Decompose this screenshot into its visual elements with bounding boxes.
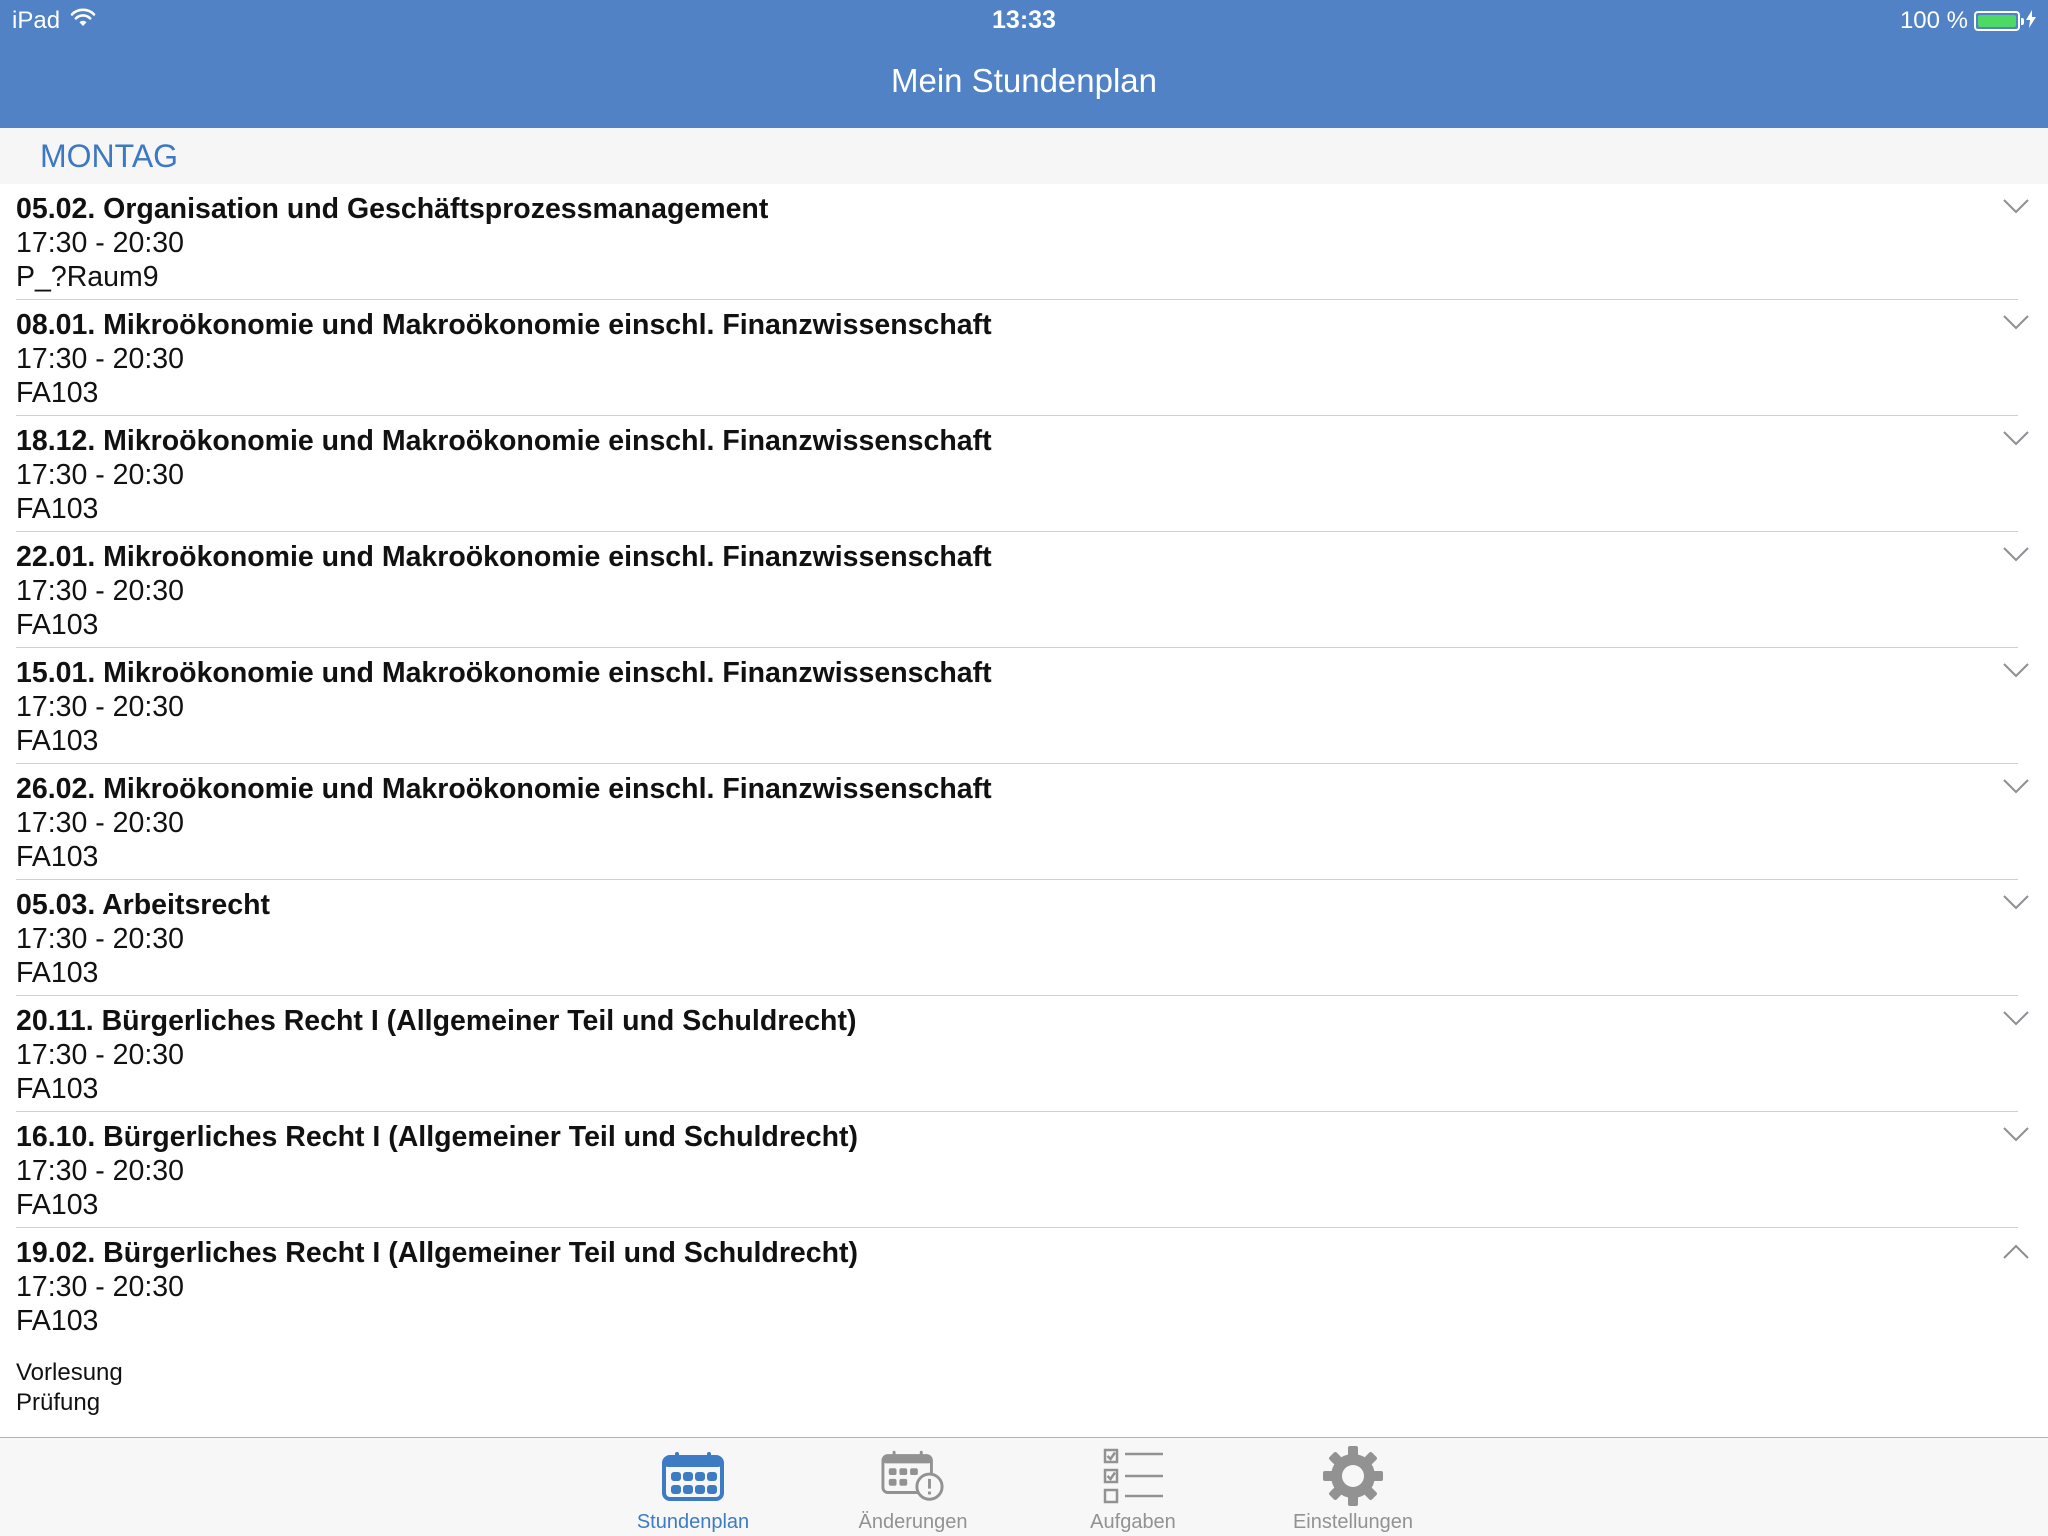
tab-aufgaben[interactable]: Aufgaben — [1043, 1438, 1223, 1536]
calendar-icon — [661, 1446, 725, 1506]
schedule-row[interactable]: 08.01. Mikroökonomie und Makroökonomie e… — [0, 300, 2048, 416]
battery-icon — [1974, 11, 2024, 31]
tab-label: Stundenplan — [636, 1511, 750, 1533]
calendar-alert-icon — [881, 1446, 945, 1506]
schedule-row[interactable]: 20.11. Bürgerliches Recht I (Allgemeiner… — [0, 996, 2048, 1112]
course-time: 17:30 - 20:30 — [16, 1271, 184, 1303]
course-time: 17:30 - 20:30 — [16, 343, 184, 375]
schedule-list: 05.02. Organisation und Geschäftsprozess… — [0, 184, 2048, 1480]
charging-bolt-icon — [2026, 7, 2036, 35]
schedule-row[interactable]: 22.01. Mikroökonomie und Makroökonomie e… — [0, 532, 2048, 648]
course-detail-line: Vorlesung — [16, 1359, 123, 1386]
course-time: 17:30 - 20:30 — [16, 691, 184, 723]
tab-label: Einstellungen — [1292, 1511, 1414, 1533]
tab-stundenplan[interactable]: Stundenplan — [603, 1438, 783, 1536]
course-time: 17:30 - 20:30 — [16, 227, 184, 259]
course-title: 20.11. Bürgerliches Recht I (Allgemeiner… — [16, 1005, 857, 1037]
course-room: FA103 — [16, 377, 99, 409]
course-room: FA103 — [16, 609, 99, 641]
schedule-row[interactable]: 15.01. Mikroökonomie und Makroökonomie e… — [0, 648, 2048, 764]
chevron-down-icon[interactable] — [2002, 546, 2030, 564]
course-room: FA103 — [16, 957, 99, 989]
tab-bar: Stundenplan Änderungen Aufgaben Einstell… — [0, 1437, 2048, 1536]
schedule-row[interactable]: 16.10. Bürgerliches Recht I (Allgemeiner… — [0, 1112, 2048, 1228]
course-detail-line: Prüfung — [16, 1389, 101, 1416]
course-room: FA103 — [16, 1305, 99, 1337]
page-title: Mein Stundenplan — [890, 62, 1158, 99]
chevron-down-icon[interactable] — [2002, 430, 2030, 448]
chevron-down-icon[interactable] — [2002, 662, 2030, 680]
course-title: 05.02. Organisation und Geschäftsprozess… — [16, 193, 769, 225]
schedule-row[interactable]: 05.03. Arbeitsrecht 17:30 - 20:30 FA103 — [0, 880, 2048, 996]
chevron-up-icon[interactable] — [2002, 1242, 2030, 1260]
tab-label: Aufgaben — [1090, 1511, 1176, 1533]
schedule-row[interactable]: 26.02. Mikroökonomie und Makroökonomie e… — [0, 764, 2048, 880]
chevron-down-icon[interactable] — [2002, 314, 2030, 332]
course-time: 17:30 - 20:30 — [16, 575, 184, 607]
course-room: FA103 — [16, 841, 99, 873]
chevron-down-icon[interactable] — [2002, 1010, 2030, 1028]
course-room: P_?Raum9 — [16, 261, 159, 293]
chevron-down-icon[interactable] — [2002, 198, 2030, 216]
chevron-down-icon[interactable] — [2002, 894, 2030, 912]
course-title: 16.10. Bürgerliches Recht I (Allgemeiner… — [16, 1121, 859, 1153]
course-room: FA103 — [16, 725, 99, 757]
course-time: 17:30 - 20:30 — [16, 923, 184, 955]
top-bar: iPad 13:33 100 % Mein Stundenplan — [0, 0, 2048, 128]
chevron-down-icon[interactable] — [2002, 1126, 2030, 1144]
course-time: 17:30 - 20:30 — [16, 1039, 184, 1071]
course-time: 17:30 - 20:30 — [16, 459, 184, 491]
schedule-row[interactable]: 18.12. Mikroökonomie und Makroökonomie e… — [0, 416, 2048, 532]
checklist-icon — [1101, 1446, 1165, 1506]
course-title: 22.01. Mikroökonomie und Makroökonomie e… — [16, 541, 992, 573]
status-right: 100 % — [1900, 6, 2036, 36]
section-header-day: MONTAG — [0, 128, 2048, 184]
course-title: 19.02. Bürgerliches Recht I (Allgemeiner… — [16, 1237, 859, 1269]
schedule-row[interactable]: 05.02. Organisation und Geschäftsprozess… — [0, 184, 2048, 300]
course-room: FA103 — [16, 1073, 99, 1105]
chevron-down-icon[interactable] — [2002, 778, 2030, 796]
course-time: 17:30 - 20:30 — [16, 807, 184, 839]
course-title: 05.03. Arbeitsrecht — [16, 889, 270, 921]
course-title: 18.12. Mikroökonomie und Makroökonomie e… — [16, 425, 992, 457]
battery-percent: 100 % — [1899, 7, 1968, 34]
course-title: 26.02. Mikroökonomie und Makroökonomie e… — [16, 773, 992, 805]
course-title: 08.01. Mikroökonomie und Makroökonomie e… — [16, 309, 992, 341]
course-room: FA103 — [16, 493, 99, 525]
tab-aenderungen[interactable]: Änderungen — [823, 1438, 1003, 1536]
tab-label: Änderungen — [858, 1511, 968, 1533]
course-time: 17:30 - 20:30 — [16, 1155, 184, 1187]
tab-einstellungen[interactable]: Einstellungen — [1263, 1438, 1443, 1536]
gear-icon — [1321, 1446, 1385, 1506]
course-title: 15.01. Mikroökonomie und Makroökonomie e… — [16, 657, 992, 689]
course-room: FA103 — [16, 1189, 99, 1221]
status-time: 13:33 — [992, 6, 1056, 34]
course-details: Vorlesung Prüfung — [16, 1358, 2048, 1418]
